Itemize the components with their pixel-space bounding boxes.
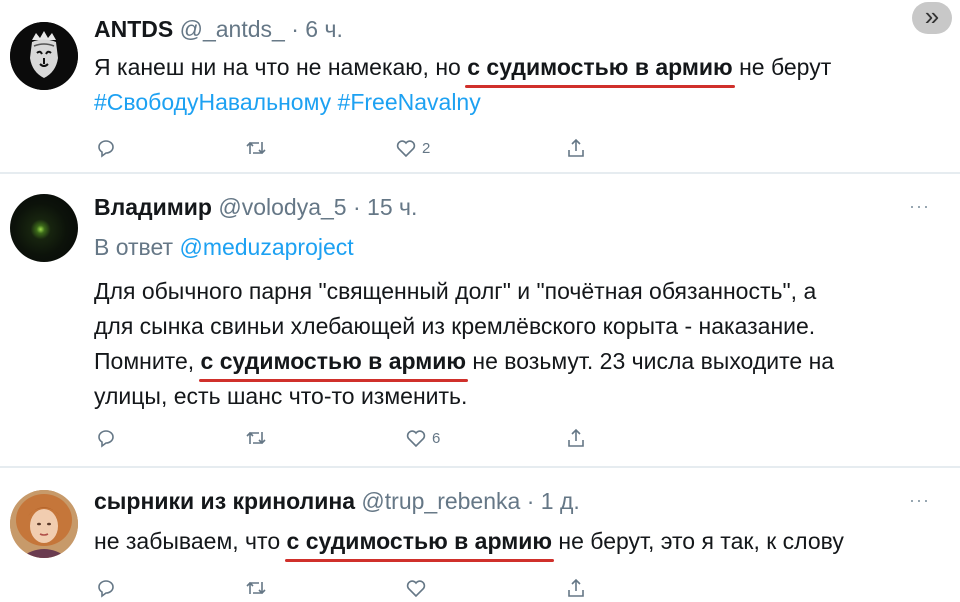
tweet-header: сырники из кринолина @trup_rebenka · 1 д… <box>94 488 580 515</box>
more-options-button[interactable]: ··· <box>909 490 930 511</box>
display-name[interactable]: ANTDS <box>94 16 173 42</box>
timestamp[interactable]: 15 ч. <box>367 194 417 220</box>
separator: · <box>526 488 535 514</box>
portrait-image <box>10 490 78 558</box>
hashtag-link[interactable]: #FreeNavalny <box>338 89 481 115</box>
retweet-icon <box>246 431 266 445</box>
reply-context: В ответ @meduzaproject <box>94 234 354 261</box>
share-icon <box>568 428 584 447</box>
tweet-antds[interactable]: ANTDS @_antds_ · 6 ч. Я канеш ни на что … <box>0 0 960 170</box>
mention-link[interactable]: @meduzaproject <box>179 234 353 260</box>
avatar[interactable] <box>10 22 78 90</box>
highlighted-phrase: с судимостью в армию <box>198 344 469 382</box>
like-count: 2 <box>422 139 431 157</box>
text-segment: не берут, это я так, к слову <box>552 528 844 554</box>
more-options-button[interactable]: ··· <box>909 196 930 217</box>
hashtag-line: #СвободуНавальному #FreeNavalny <box>94 85 481 120</box>
text-segment: Я канеш ни на что не намекаю, но <box>94 54 468 80</box>
handle[interactable]: @volodya_5 <box>218 194 346 220</box>
timestamp[interactable]: 6 ч. <box>305 16 343 42</box>
text-segment: Помните, <box>94 348 201 374</box>
text-segment: не забываем, что <box>94 528 287 554</box>
retweet-icon <box>246 141 266 155</box>
reply-prefix: В ответ <box>94 234 180 260</box>
like-count: 6 <box>432 429 441 447</box>
share-button[interactable] <box>564 576 588 600</box>
share-button[interactable] <box>564 136 588 160</box>
share-icon <box>568 138 584 157</box>
text-line: Помните, с судимостью в армию не возьмут… <box>94 344 835 382</box>
tweet-syrniki[interactable]: сырники из кринолина @trup_rebenka · 1 д… <box>0 468 960 598</box>
text-line: Для обычного парня "священный долг" и "п… <box>94 278 817 304</box>
text-line: улицы, есть шанс что-то изменить. <box>94 383 468 409</box>
like-button[interactable] <box>404 576 428 600</box>
like-icon <box>406 580 426 598</box>
tweet-text: не забываем, что с судимостью в армию не… <box>94 524 844 562</box>
retweet-button[interactable] <box>244 136 268 160</box>
lion-crown-logo <box>10 22 78 90</box>
tweet-text: Я канеш ни на что не намекаю, но с судим… <box>94 50 832 88</box>
handle[interactable]: @trup_rebenka <box>361 488 520 514</box>
tweet-vladimir[interactable]: Владимир @volodya_5 · 15 ч. ··· В ответ … <box>0 174 960 464</box>
hashtag-link[interactable]: #СвободуНавальному <box>94 89 331 115</box>
tweet-actions: 2 <box>94 136 614 162</box>
share-icon <box>568 578 584 597</box>
like-button[interactable]: 2 <box>394 136 430 160</box>
share-button[interactable] <box>564 426 588 450</box>
avatar[interactable] <box>10 490 78 558</box>
tweet-actions <box>94 576 614 602</box>
display-name[interactable]: Владимир <box>94 194 212 220</box>
reply-button[interactable] <box>94 426 118 450</box>
retweet-button[interactable] <box>244 426 268 450</box>
like-icon <box>406 430 426 448</box>
display-name[interactable]: сырники из кринолина <box>94 488 355 514</box>
like-icon <box>396 140 416 158</box>
text-segment: не возьмут. 23 числа выходите на <box>466 348 835 374</box>
avatar[interactable] <box>10 194 78 262</box>
text-segment: не берут <box>732 54 832 80</box>
reply-icon <box>98 430 114 448</box>
reply-icon <box>98 580 114 598</box>
timestamp[interactable]: 1 д. <box>541 488 580 514</box>
tweet-header: Владимир @volodya_5 · 15 ч. <box>94 194 417 221</box>
like-button[interactable]: 6 <box>404 426 440 450</box>
reply-button[interactable] <box>94 576 118 600</box>
handle[interactable]: @_antds_ <box>180 16 285 42</box>
separator: · <box>352 194 361 220</box>
tweet-text: Для обычного парня "священный долг" и "п… <box>94 274 834 414</box>
highlighted-phrase: с судимостью в армию <box>465 50 736 88</box>
separator: · <box>291 16 299 42</box>
reply-button[interactable] <box>94 136 118 160</box>
retweet-button[interactable] <box>244 576 268 600</box>
highlighted-phrase: с судимостью в армию <box>284 524 555 562</box>
retweet-icon <box>246 581 266 595</box>
reply-icon <box>98 140 114 158</box>
tweet-actions: 6 <box>94 426 614 452</box>
text-line: для сынка свиньи хлебающей из кремлёвско… <box>94 313 816 339</box>
tweet-header: ANTDS @_antds_ · 6 ч. <box>94 16 343 43</box>
